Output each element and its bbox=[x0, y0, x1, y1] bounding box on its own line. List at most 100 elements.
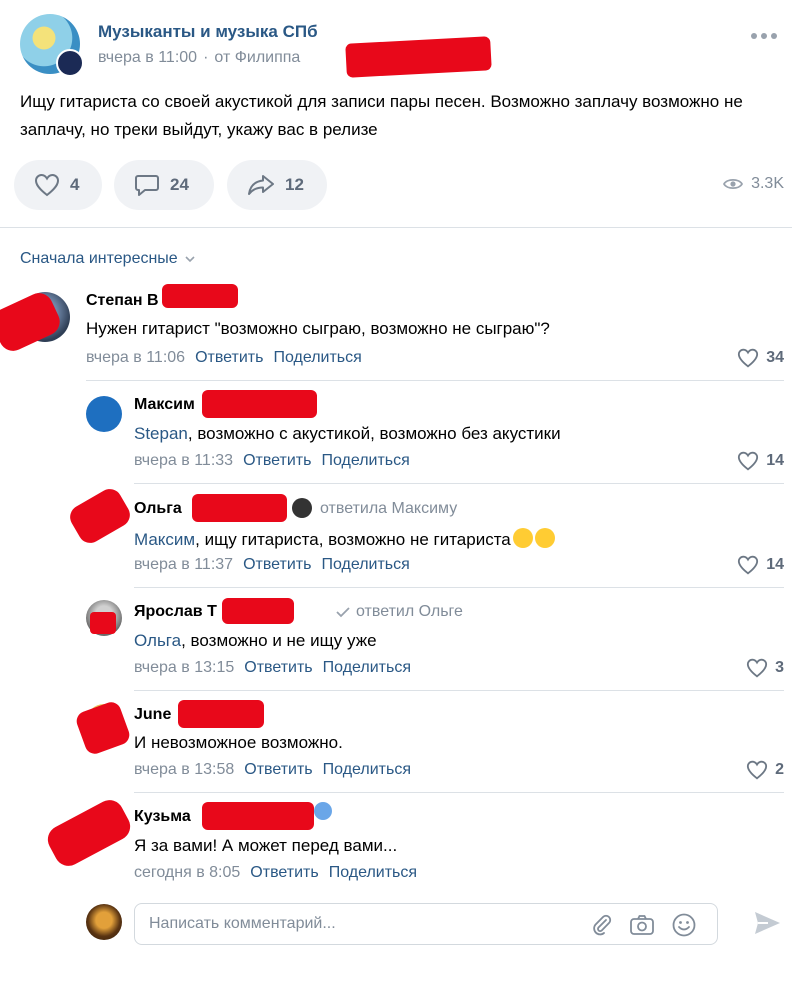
chevron-down-icon bbox=[185, 256, 195, 263]
comment-time[interactable]: вчера в 11:06 bbox=[86, 349, 185, 367]
comment-time[interactable]: вчера в 13:15 bbox=[134, 659, 234, 677]
reply-button[interactable]: Ответить bbox=[243, 556, 311, 574]
heart-icon bbox=[747, 658, 768, 678]
redaction-mark bbox=[73, 699, 133, 757]
reply-button[interactable]: Ответить bbox=[244, 659, 312, 677]
check-icon bbox=[336, 607, 350, 618]
comment-footer: вчера в 13:58 Ответить Поделиться bbox=[134, 761, 411, 779]
group-name[interactable]: Музыканты и музыка СПб bbox=[98, 22, 318, 42]
comment-like-button[interactable]: 34 bbox=[737, 348, 784, 368]
redaction-mark bbox=[90, 612, 116, 634]
comment-time[interactable]: сегодня в 8:05 bbox=[134, 864, 240, 882]
share-icon bbox=[248, 175, 274, 195]
comment-separator bbox=[134, 690, 784, 691]
mention-link[interactable]: Максим bbox=[134, 530, 195, 549]
rolling-eyes-emoji-icon bbox=[512, 528, 533, 548]
comment-text: Ольга, возможно и не ищу уже bbox=[134, 631, 377, 651]
comment-like-button[interactable]: 14 bbox=[737, 555, 784, 575]
comment-author[interactable]: Степан В bbox=[86, 292, 159, 310]
redaction-mark bbox=[202, 802, 314, 830]
comment-body: , ищу гитариста, возможно не гитариста bbox=[195, 530, 511, 549]
comment-separator bbox=[134, 483, 784, 484]
comment-separator bbox=[86, 380, 784, 381]
send-icon[interactable] bbox=[752, 908, 782, 938]
share-comment-button[interactable]: Поделиться bbox=[321, 452, 409, 470]
comment-separator bbox=[134, 587, 784, 588]
eye-icon bbox=[723, 178, 744, 190]
share-comment-button[interactable]: Поделиться bbox=[329, 864, 417, 882]
view-counter: 3.3K bbox=[723, 175, 784, 193]
like-count: 4 bbox=[70, 175, 80, 194]
share-comment-button[interactable]: Поделиться bbox=[321, 556, 409, 574]
comment-button[interactable]: 24 bbox=[114, 160, 214, 210]
more-options-icon[interactable] bbox=[748, 26, 780, 46]
share-comment-button[interactable]: Поделиться bbox=[323, 761, 411, 779]
comment-time[interactable]: вчера в 13:58 bbox=[134, 761, 234, 779]
reply-to-label[interactable]: ответил Ольге bbox=[356, 603, 463, 621]
heart-icon bbox=[738, 451, 759, 471]
avatar-badge bbox=[56, 49, 84, 77]
reply-button[interactable]: Ответить bbox=[244, 761, 312, 779]
emoji-picker-icon[interactable] bbox=[671, 912, 697, 938]
cat-emoji-icon bbox=[292, 498, 312, 518]
comment-footer: вчера в 13:15 Ответить Поделиться bbox=[134, 659, 411, 677]
laughing-emoji-icon bbox=[534, 528, 555, 548]
sort-dropdown[interactable]: Сначала интересные bbox=[20, 250, 196, 268]
comment-count: 24 bbox=[170, 175, 189, 194]
redaction-mark bbox=[202, 390, 317, 418]
comment-text: И невозможное возможно. bbox=[134, 733, 343, 752]
reply-button[interactable]: Ответить bbox=[195, 349, 263, 367]
camera-icon[interactable] bbox=[629, 912, 655, 938]
comment-like-button[interactable]: 14 bbox=[737, 451, 784, 471]
comment-like-button[interactable]: 2 bbox=[746, 760, 784, 780]
comment-text: Stepan, возможно с акустикой, возможно б… bbox=[134, 424, 561, 444]
comment-time[interactable]: вчера в 11:33 bbox=[134, 452, 233, 470]
redaction-mark bbox=[162, 284, 238, 308]
heart-icon bbox=[747, 760, 768, 780]
comment-author[interactable]: Ольга bbox=[134, 500, 182, 518]
heart-icon bbox=[738, 555, 759, 575]
current-user-avatar[interactable] bbox=[86, 904, 122, 940]
like-button[interactable]: 4 bbox=[14, 160, 102, 210]
view-count: 3.3K bbox=[751, 175, 784, 192]
post-time[interactable]: вчера в 11:00 bbox=[98, 49, 197, 66]
comment-footer: вчера в 11:37 Ответить Поделиться bbox=[134, 556, 410, 574]
redaction-mark bbox=[178, 700, 264, 728]
mention-link[interactable]: Ольга bbox=[134, 631, 181, 650]
share-comment-button[interactable]: Поделиться bbox=[273, 349, 361, 367]
share-comment-button[interactable]: Поделиться bbox=[323, 659, 411, 677]
comment-input[interactable] bbox=[149, 904, 579, 944]
comment-author[interactable]: June bbox=[134, 706, 171, 724]
reply-button[interactable]: Ответить bbox=[243, 452, 311, 470]
sort-label: Сначала интересные bbox=[20, 250, 178, 267]
comment-composer bbox=[134, 903, 718, 945]
mention-link[interactable]: Stepan bbox=[134, 424, 188, 443]
comment-footer: сегодня в 8:05 Ответить Поделиться bbox=[134, 864, 417, 882]
comment-time[interactable]: вчера в 11:37 bbox=[134, 556, 233, 574]
share-button[interactable]: 12 bbox=[227, 160, 327, 210]
reply-button[interactable]: Ответить bbox=[250, 864, 318, 882]
heart-icon bbox=[738, 348, 759, 368]
comment-footer: вчера в 11:06 Ответить Поделиться bbox=[86, 349, 362, 367]
post-meta: вчера в 11:00 · от Филиппа bbox=[98, 49, 301, 66]
emoji-icon bbox=[314, 802, 332, 820]
comment-like-count: 14 bbox=[766, 556, 784, 573]
comment-body: , возможно и не ищу уже bbox=[181, 631, 377, 650]
comment-like-count: 3 bbox=[775, 659, 784, 676]
share-count: 12 bbox=[285, 175, 304, 194]
comment-like-count: 34 bbox=[766, 349, 784, 366]
comment-text: Нужен гитарист "возможно сыграю, возможн… bbox=[86, 319, 550, 338]
comment-author[interactable]: Кузьма bbox=[134, 808, 191, 826]
avatar[interactable] bbox=[86, 396, 122, 432]
comment-text: Максим, ищу гитариста, возможно не гитар… bbox=[134, 528, 555, 550]
redaction-mark bbox=[42, 795, 136, 871]
comment-like-button[interactable]: 3 bbox=[746, 658, 784, 678]
comment-separator bbox=[134, 792, 784, 793]
comment-author[interactable]: Максим bbox=[134, 396, 195, 414]
post-author[interactable]: от Филиппа bbox=[214, 49, 300, 66]
attach-icon[interactable] bbox=[589, 912, 615, 938]
comment-author[interactable]: Ярослав Т bbox=[134, 603, 217, 621]
reply-to-label[interactable]: ответила Максиму bbox=[320, 500, 457, 518]
comment-like-count: 14 bbox=[766, 452, 784, 469]
comment-icon bbox=[135, 175, 159, 196]
